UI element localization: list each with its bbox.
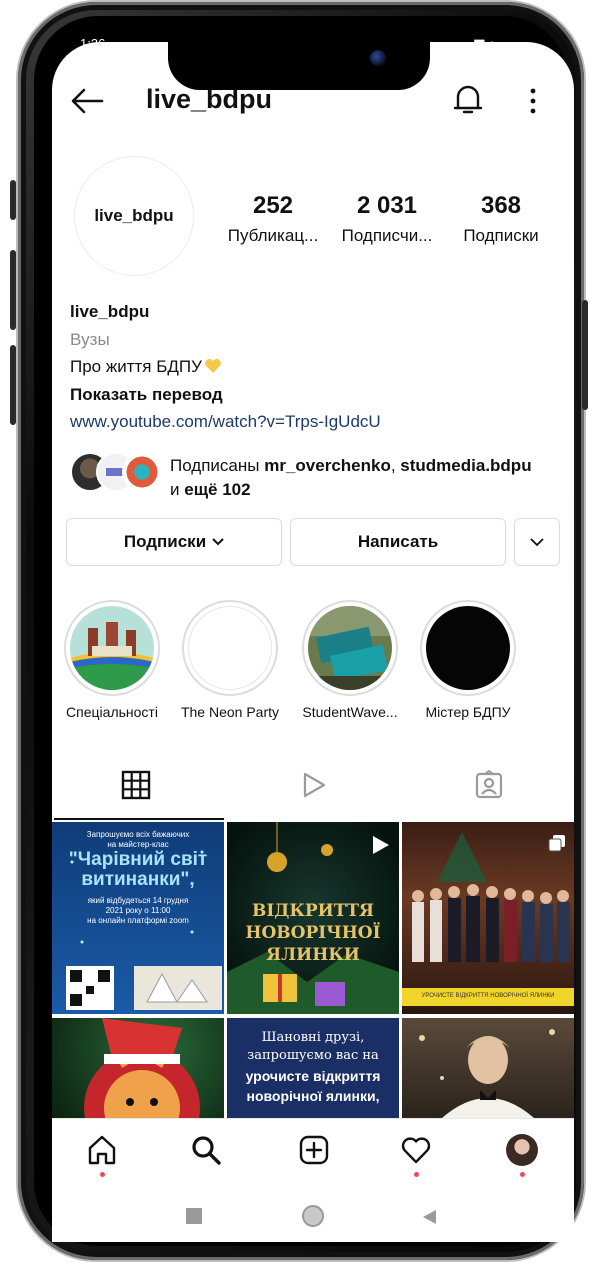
- man-portrait: [419, 1029, 555, 1118]
- home-notification-dot: [100, 1172, 105, 1177]
- bio-name: live_bdpu: [70, 302, 150, 321]
- post-text: на майстер-клас: [107, 840, 169, 849]
- more-options-icon[interactable]: [522, 86, 544, 116]
- followed-more: ещё 102: [184, 480, 251, 499]
- highlight-specialties[interactable]: Спеціальності: [62, 600, 162, 720]
- following-button-label: Подписки: [123, 532, 207, 551]
- highlight-cover: [426, 606, 510, 690]
- followed-by-text[interactable]: Подписаны mr_overchenko, studmedia.bdpu …: [170, 454, 570, 502]
- home-icon[interactable]: [86, 1134, 118, 1166]
- followed-user-1: mr_overchenko: [264, 456, 391, 475]
- stat-following[interactable]: 368 Подписки: [454, 192, 548, 246]
- highlight-ring: [302, 600, 398, 696]
- active-tab-indicator: [54, 818, 224, 820]
- highlight-label: The Neon Party: [180, 704, 280, 720]
- volume-up-button: [10, 250, 16, 330]
- profile-notification-dot: [520, 1172, 525, 1177]
- highlight-cover: [308, 606, 392, 690]
- post-text: на онлайн платформі zoom: [87, 916, 189, 925]
- highlight-ring: [420, 600, 516, 696]
- profile-avatar-icon[interactable]: [506, 1134, 538, 1166]
- post-title: ВІДКРИТТЯ НОВОРІЧНОЇ ЯЛИНКИ: [245, 901, 381, 965]
- grid-icon[interactable]: [121, 770, 151, 800]
- highlight-label: Містер БДПУ: [425, 704, 511, 720]
- grid-post[interactable]: [402, 1018, 574, 1118]
- chevron-down-icon: [530, 537, 544, 546]
- volume-down-button: [10, 345, 16, 425]
- highlight-cover: [188, 606, 272, 690]
- tagged-icon[interactable]: [474, 770, 504, 800]
- followed-user-2: studmedia.bdpu: [400, 456, 532, 475]
- carousel-icon: [548, 835, 565, 852]
- bio-website-link[interactable]: www.youtube.com/watch?v=Trps-IgUdcU: [70, 412, 381, 432]
- video-play-icon: [373, 836, 389, 854]
- bio-text-row: Про життя БДПУ: [70, 357, 222, 377]
- followed-and: и: [170, 480, 185, 499]
- suggested-dropdown-button[interactable]: [514, 518, 560, 566]
- chevron-down-icon: [212, 538, 224, 546]
- heart-activity-icon[interactable]: [400, 1134, 432, 1166]
- reels-play-icon[interactable]: [298, 770, 328, 800]
- profile-avatar[interactable]: live_bdpu: [74, 156, 194, 276]
- bio-category: Вузы: [70, 330, 110, 349]
- highlight-cover: [70, 606, 154, 690]
- front-camera: [370, 50, 386, 66]
- mute-switch: [10, 180, 16, 220]
- grid-post[interactable]: УРОЧИСТЕ ВІДКРИТТЯ НОВОРІЧНОЇ ЯЛИНКИ: [402, 822, 574, 1014]
- post-text: 2021 року о 11:00: [105, 906, 171, 915]
- post-text: запрошуємо вас на: [247, 1048, 379, 1063]
- grid-post[interactable]: ВІДКРИТТЯ НОВОРІЧНОЇ ЯЛИНКИ: [227, 822, 399, 1014]
- highlight-ring: [64, 600, 160, 696]
- following-button[interactable]: Подписки: [66, 518, 282, 566]
- tiger-ornament: [84, 1018, 200, 1118]
- status-icons: ▂▄▆ ◔ ▭: [455, 36, 512, 51]
- power-button: [582, 300, 588, 410]
- highlight-label: Спеціальності: [66, 704, 158, 720]
- search-icon[interactable]: [190, 1134, 222, 1166]
- posts-count: 252: [252, 192, 294, 219]
- post-text: урочисте відкриття: [245, 1068, 381, 1084]
- home-system-button[interactable]: [302, 1205, 324, 1227]
- recent-apps-button[interactable]: [186, 1208, 202, 1224]
- avatar: [122, 452, 162, 492]
- back-arrow-icon[interactable]: [70, 88, 104, 114]
- create-post-icon[interactable]: [298, 1134, 330, 1166]
- followers-count: 2 031: [356, 192, 418, 219]
- post-text: який відбудеться 14 грудня: [87, 896, 189, 905]
- avatar-text: live_bdpu: [94, 206, 174, 225]
- notch: [168, 40, 430, 90]
- posts-label: Публикац...: [227, 226, 319, 245]
- post-text: Запрошуємо всіх бажаючих: [86, 830, 190, 839]
- status-time: 1:36: [80, 36, 106, 51]
- following-label: Подписки: [463, 226, 539, 245]
- followed-sep: ,: [390, 456, 401, 475]
- followers-label: Подписчи...: [341, 226, 433, 245]
- highlight-ring: [182, 600, 278, 696]
- stat-posts[interactable]: 252 Публикац...: [222, 192, 324, 246]
- show-translation-link[interactable]: Показать перевод: [70, 385, 223, 405]
- back-system-icon[interactable]: [420, 1208, 438, 1226]
- bell-icon[interactable]: [452, 82, 484, 116]
- highlight-label: StudentWave...: [302, 704, 398, 720]
- yellow-heart-icon: [205, 359, 221, 373]
- grid-post[interactable]: Шановні друзі, запрошуємо вас на урочист…: [227, 1018, 399, 1118]
- highlight-studentwave[interactable]: StudentWave...: [300, 600, 400, 720]
- post-text: новорічної ялинки,: [246, 1088, 380, 1104]
- activity-notification-dot: [414, 1172, 419, 1177]
- grid-post[interactable]: Запрошуємо всіх бажаючих на майстер-клас…: [52, 822, 224, 1014]
- followed-by-avatars[interactable]: [70, 452, 166, 492]
- posts-grid: Запрошуємо всіх бажаючих на майстер-клас…: [52, 822, 574, 1118]
- message-button-label: Написать: [357, 532, 439, 551]
- followed-by-prefix: Подписаны: [170, 456, 265, 475]
- message-button[interactable]: Написать: [290, 518, 506, 566]
- highlight-mister-bdpu[interactable]: Містер БДПУ: [418, 600, 518, 720]
- grid-post[interactable]: [52, 1018, 224, 1118]
- following-count: 368: [480, 192, 522, 219]
- highlight-neon-party[interactable]: The Neon Party: [180, 600, 280, 720]
- post-caption: УРОЧИСТЕ ВІДКРИТТЯ НОВОРІЧНОЇ ЯЛИНКИ: [421, 993, 555, 999]
- post-text: Шановні друзі,: [261, 1030, 365, 1045]
- stat-followers[interactable]: 2 031 Подписчи...: [334, 192, 440, 246]
- post-title: "Чарівний світ витинанки",: [68, 849, 208, 890]
- bio-text: Про життя БДПУ: [70, 357, 202, 376]
